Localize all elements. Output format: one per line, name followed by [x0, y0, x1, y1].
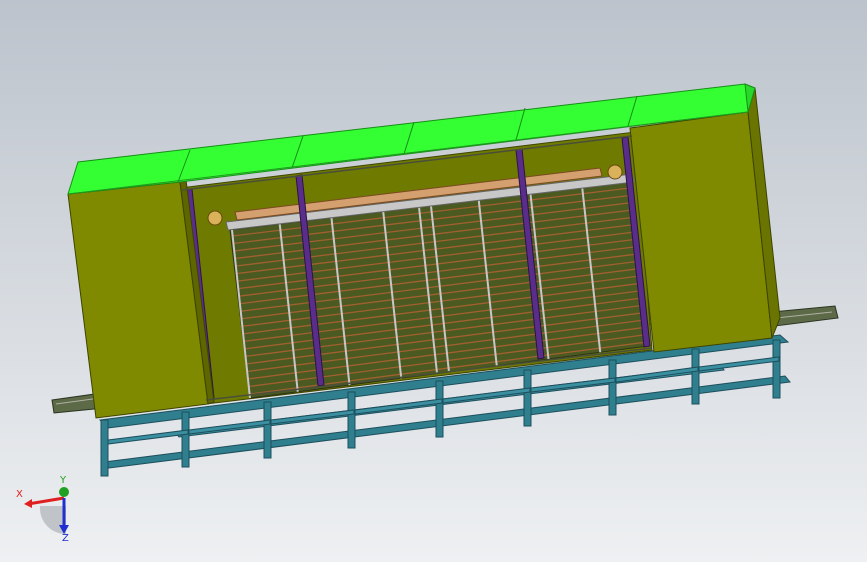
x-axis-icon	[27, 496, 65, 506]
z-axis-label: Z	[62, 533, 69, 544]
y-axis-icon	[59, 487, 69, 497]
conveyor-out	[771, 305, 839, 327]
reference-triad: X Y Z	[14, 476, 94, 548]
graphics-viewport[interactable]: X Y Z	[0, 0, 867, 562]
assembly-model[interactable]	[0, 0, 867, 562]
x-axis-label: X	[16, 489, 23, 500]
y-axis-label: Y	[60, 475, 67, 486]
